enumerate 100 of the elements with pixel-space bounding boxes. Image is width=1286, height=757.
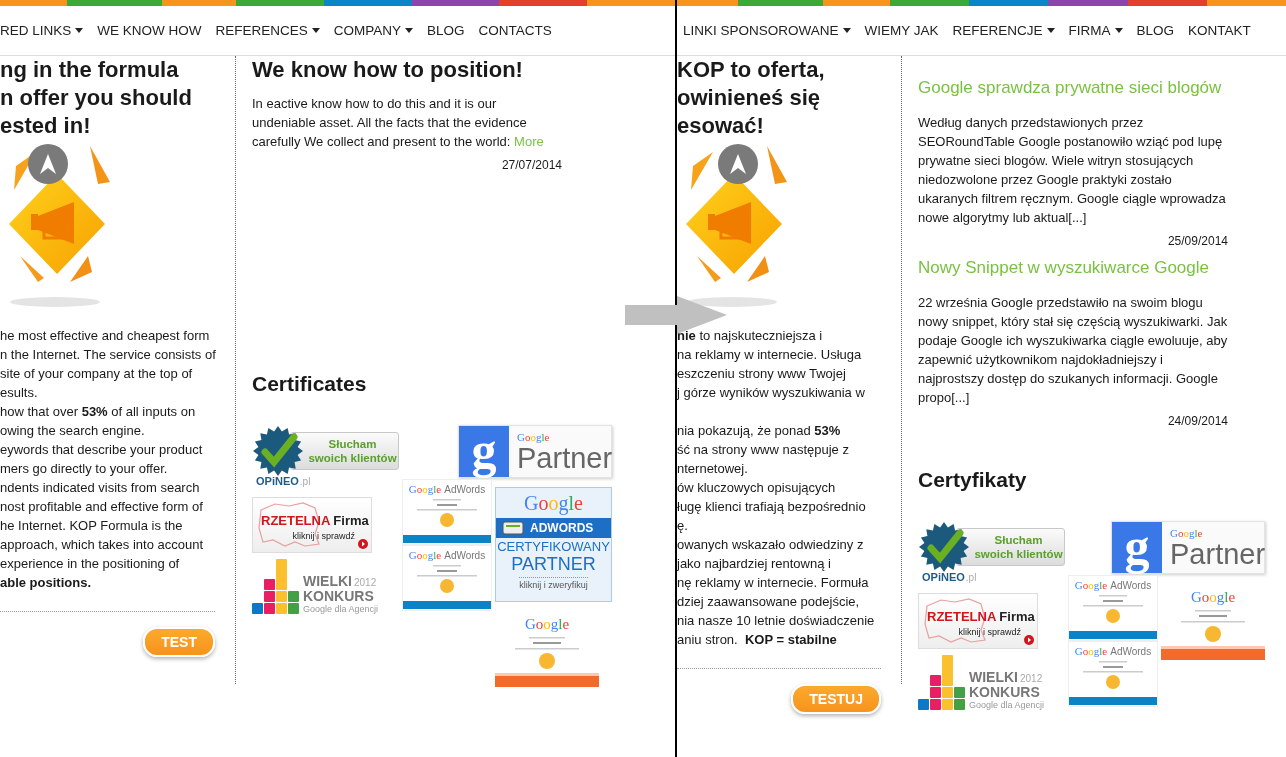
arrow-circle-icon bbox=[358, 539, 368, 549]
body-text: nia nasze 10 letnie doświadczenie bbox=[677, 612, 876, 630]
body-text: owing the search engine. bbox=[0, 422, 146, 440]
nav-link[interactable]: BLOG bbox=[427, 23, 465, 38]
badge-title: WIELKI bbox=[303, 574, 352, 589]
year-text: 2012 bbox=[1020, 673, 1043, 684]
post-date: 25/09/2014 bbox=[1166, 233, 1228, 250]
badge-title: CERTYFIKOWANY bbox=[497, 538, 610, 555]
domain-text: .pl bbox=[965, 572, 977, 583]
logo-mark: g bbox=[459, 426, 509, 477]
logo-mark: g bbox=[1112, 522, 1162, 573]
year-text: 2012 bbox=[354, 577, 377, 588]
body-text: nternetowej. bbox=[677, 460, 749, 478]
logo-text: Google bbox=[524, 616, 570, 633]
domain-text: .pl bbox=[299, 476, 311, 487]
body-text: aniu stron. KOP = stabilne bbox=[677, 631, 838, 649]
post-text: Według danych przedstawionych przez SEORoundTable Google postanowiło wziąć pod lupę prywatne sieci blogów. Wiele witryn stosujących niedozwolone przez Google praktyki zostało ukaranych filtrem ręcznym. Google ciągle wprowadza nowe algorytmy lub aktual[...] bbox=[918, 114, 1227, 227]
badge-title: Firma bbox=[333, 513, 369, 528]
band-text: ADWORDS bbox=[530, 521, 594, 535]
logo-text: Google bbox=[408, 549, 442, 561]
body-text: experience in the positioning of bbox=[0, 555, 181, 573]
logo-text: AdWords bbox=[444, 484, 486, 495]
badge-caption: kliknij i zweryfikuj bbox=[519, 577, 588, 590]
body-text: eszczeniu strony www Twojej bbox=[677, 365, 847, 383]
body-text: he most effective and cheapest form bbox=[0, 327, 211, 345]
nav-link[interactable]: COMPANY bbox=[333, 23, 414, 38]
post-text: 22 września Google przedstawiło na swoim blogu nowy snippet, który stał się częścią wyszukiwarki. Jak podaje Google ich wyszukiwarka ciągle ewoluuje, aby zapewnić użytkownikom najdokładniejszy i najprostszy dostęp do szukanych informacji. Google propo[...] bbox=[918, 294, 1228, 407]
nav-link[interactable]: FIRMA bbox=[1068, 23, 1123, 38]
body-text: approach, which takes into account bbox=[0, 536, 205, 554]
heading-text: n offer you should bbox=[0, 84, 193, 112]
badge-caption: kliknij i sprawdź bbox=[957, 627, 1022, 637]
scroll-top-button[interactable] bbox=[28, 144, 68, 184]
heading-text: ested in! bbox=[0, 112, 92, 140]
body-text: how that over 53% of all inputs on bbox=[0, 403, 197, 421]
arrow-circle-icon bbox=[1024, 635, 1034, 645]
body-text: ę. bbox=[677, 517, 689, 535]
body-text: nie to najskuteczniejsza i bbox=[677, 327, 824, 345]
badge-title: RZETELNA bbox=[261, 513, 331, 528]
body-text: n the Internet. The service consists of bbox=[0, 346, 217, 364]
body-text: j górze wyników wyszukiwania w bbox=[677, 384, 866, 402]
body-text: dziej zaawansowane podejście, bbox=[677, 593, 861, 611]
body-text: able positions. bbox=[0, 574, 92, 592]
badge-title: Partner bbox=[1170, 539, 1266, 569]
badge-title: KONKURS bbox=[969, 685, 1041, 700]
body-text: nę reklamy w internecie. Formuła bbox=[677, 574, 870, 592]
body-text: jako najbardziej rentowną i bbox=[677, 555, 832, 573]
post-date: 24/09/2014 bbox=[1166, 413, 1228, 430]
card-icon bbox=[502, 521, 524, 535]
body-text: eywords that describe your product bbox=[0, 441, 204, 459]
body-text: mers go directly to your offer. bbox=[0, 460, 169, 478]
heading-text: esować! bbox=[677, 112, 765, 140]
nav-link[interactable]: KONTAKT bbox=[1188, 23, 1251, 38]
body-text: he Internet. KOP Formula is the bbox=[0, 517, 184, 535]
body-text: na reklamy w internecie. Usługa bbox=[677, 346, 863, 364]
body-text: ndents indicated visits from search bbox=[0, 479, 201, 497]
logo-text: Google bbox=[1190, 589, 1236, 606]
brand-text: OPiNEO bbox=[922, 571, 965, 583]
section-heading: We know how to position! bbox=[252, 56, 524, 84]
logo-text: Google bbox=[1074, 645, 1108, 657]
logo-text: AdWords bbox=[444, 550, 486, 561]
logo-text: Google bbox=[1074, 579, 1108, 591]
body-text: ługę klienci trafiają bezpośrednio bbox=[677, 498, 867, 516]
arrow-up-icon bbox=[730, 154, 746, 174]
body-text: ść na strony www następuje z bbox=[677, 441, 850, 459]
logo-text: Google bbox=[408, 483, 442, 495]
body-text: nost profitable and effective form of bbox=[0, 498, 204, 516]
logo-text: AdWords bbox=[1110, 580, 1152, 591]
badge-caption: kliknij i sprawdź bbox=[291, 531, 356, 541]
nav-link[interactable]: CONTACTS bbox=[478, 23, 552, 38]
badge-title: RZETELNA bbox=[927, 609, 997, 624]
scroll-top-button[interactable] bbox=[718, 144, 758, 184]
brand-text: OPiNEO bbox=[256, 475, 299, 487]
body-text: ów kluczowych opisujących bbox=[677, 479, 837, 497]
post-date: 27/07/2014 bbox=[500, 157, 562, 174]
body-text: esults. bbox=[0, 384, 39, 402]
logo-text: Google bbox=[1170, 527, 1204, 539]
block-chart-icon bbox=[918, 655, 965, 710]
badge-caption: Google dla Agencji bbox=[969, 700, 1045, 710]
section-heading: Certyfikaty bbox=[918, 467, 1028, 493]
nav-link[interactable]: BLOG bbox=[1136, 23, 1175, 38]
badge-title: PARTNER bbox=[511, 555, 596, 574]
heading-text: ng in the formula bbox=[0, 56, 180, 84]
badge-title: KONKURS bbox=[303, 589, 375, 604]
nav-link[interactable]: REFERENCES bbox=[215, 23, 320, 38]
badge-title: Partner bbox=[517, 443, 613, 473]
badge-title: WIELKI bbox=[969, 670, 1018, 685]
post-text: In eactive know how to do this and it is our undeniable asset. All the facts that the evidence carefully We collect and present to the world: More bbox=[252, 95, 545, 151]
nav-link[interactable]: WIEMY JAK bbox=[864, 23, 939, 38]
badge-title: Firma bbox=[999, 609, 1035, 624]
nav-link[interactable]: REFERENCJE bbox=[952, 23, 1055, 38]
nav-link[interactable]: WE KNOW HOW bbox=[97, 23, 202, 38]
arrow-up-icon bbox=[40, 154, 56, 174]
body-text: nia pokazują, że ponad 53% bbox=[677, 422, 842, 440]
nav-link[interactable]: LINKI SPONSOROWANE bbox=[683, 23, 851, 38]
logo-text: Google bbox=[524, 492, 583, 515]
body-text: owanych wskazało odwiedziny z bbox=[677, 536, 865, 554]
body-text: site of your company at the top of bbox=[0, 365, 194, 383]
nav-link[interactable]: RED LINKS bbox=[0, 23, 84, 38]
block-chart-icon bbox=[252, 559, 299, 614]
badge-caption: Google dla Agencji bbox=[303, 604, 379, 614]
